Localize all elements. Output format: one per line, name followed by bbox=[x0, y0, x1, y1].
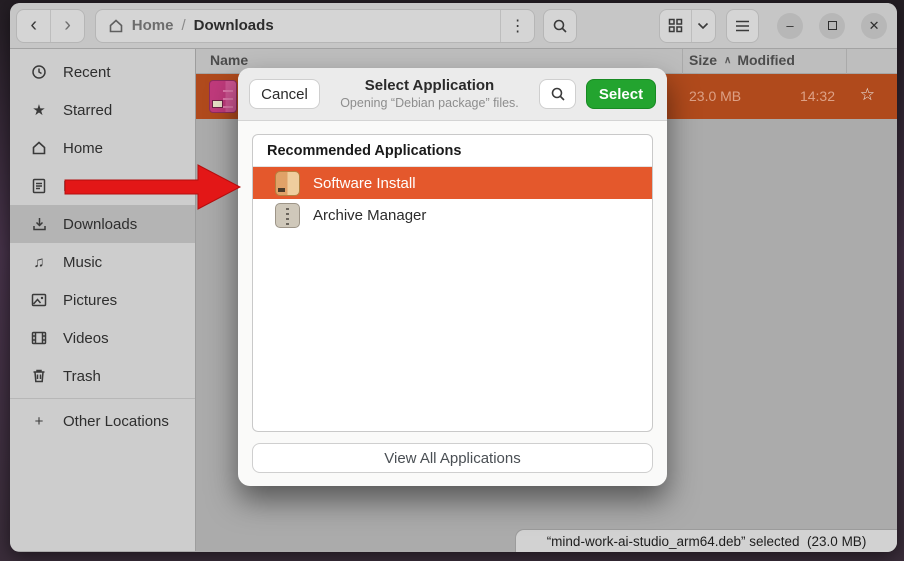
select-button[interactable]: Select bbox=[586, 79, 656, 109]
breadcrumb-separator: / bbox=[181, 17, 185, 34]
sidebar-item-starred[interactable]: ★ Starred bbox=[10, 91, 195, 129]
app-row-software-install[interactable]: Software Install bbox=[253, 167, 652, 199]
sidebar-item-label: Home bbox=[63, 140, 103, 157]
annotation-arrow bbox=[60, 158, 245, 216]
sidebar-item-other-locations[interactable]: + Other Locations bbox=[10, 402, 195, 440]
app-name: Archive Manager bbox=[313, 207, 426, 224]
column-header-modified-label: Modified bbox=[737, 52, 795, 68]
sidebar-item-music[interactable]: ♫ Music bbox=[10, 243, 195, 281]
minimize-button[interactable]: – bbox=[777, 13, 803, 39]
grid-icon bbox=[668, 18, 683, 33]
search-button[interactable] bbox=[543, 9, 576, 43]
grid-view-button[interactable] bbox=[660, 10, 692, 42]
breadcrumb-current[interactable]: Downloads bbox=[194, 17, 274, 34]
history-nav: ‹ › bbox=[16, 9, 85, 43]
window-controls: – ✕ bbox=[777, 13, 897, 39]
path-menu-button[interactable]: ⋮ bbox=[500, 10, 534, 42]
application-list: Recommended Applications Software Instal… bbox=[252, 134, 653, 432]
back-button[interactable]: ‹ bbox=[17, 10, 50, 42]
download-icon bbox=[30, 216, 48, 232]
home-icon bbox=[108, 18, 124, 34]
sidebar-item-trash[interactable]: Trash bbox=[10, 357, 195, 395]
home-icon bbox=[30, 140, 48, 156]
breadcrumb[interactable]: Home / Downloads ⋮ bbox=[95, 9, 535, 43]
file-modified-time: 14:32 bbox=[800, 88, 835, 104]
sidebar-separator bbox=[10, 398, 195, 399]
view-all-applications-button[interactable]: View All Applications bbox=[252, 443, 653, 473]
file-size: 23.0 MB bbox=[689, 88, 741, 104]
sort-ascending-icon: ∧ bbox=[724, 55, 731, 66]
status-bar: “mind-work-ai-studio_arm64.deb” selected… bbox=[515, 529, 897, 552]
chevron-down-icon bbox=[697, 22, 709, 30]
sidebar-item-label: Videos bbox=[63, 330, 109, 347]
sidebar-item-label: Trash bbox=[63, 368, 101, 385]
dialog-header: Cancel Select Application Opening “Debia… bbox=[238, 68, 667, 121]
document-icon bbox=[30, 178, 48, 194]
column-header-modified[interactable]: ∧ Modified bbox=[724, 52, 795, 68]
main-menu-button[interactable] bbox=[726, 9, 759, 43]
sidebar: Recent ★ Starred Home Docume bbox=[10, 49, 196, 551]
video-icon bbox=[30, 331, 48, 345]
app-row-archive-manager[interactable]: Archive Manager bbox=[253, 199, 652, 231]
sidebar-item-label: Downloads bbox=[63, 216, 137, 233]
maximize-icon bbox=[828, 21, 837, 30]
star-outline-icon[interactable]: ☆ bbox=[860, 85, 875, 105]
dialog-search-button[interactable] bbox=[539, 79, 576, 109]
dialog-title: Select Application bbox=[320, 77, 539, 96]
select-application-dialog: Cancel Select Application Opening “Debia… bbox=[238, 68, 667, 486]
sidebar-item-pictures[interactable]: Pictures bbox=[10, 281, 195, 319]
sidebar-item-label: Pictures bbox=[63, 292, 117, 309]
maximize-button[interactable] bbox=[819, 13, 845, 39]
dialog-subtitle: Opening “Debian package” files. bbox=[320, 96, 539, 112]
sidebar-item-label: Other Locations bbox=[63, 413, 169, 430]
view-switcher bbox=[659, 9, 716, 43]
sidebar-item-recent[interactable]: Recent bbox=[10, 53, 195, 91]
forward-button[interactable]: › bbox=[50, 10, 83, 42]
dialog-title-block: Select Application Opening “Debian packa… bbox=[320, 77, 539, 111]
status-text: “mind-work-ai-studio_arm64.deb” selected… bbox=[547, 534, 867, 549]
close-button[interactable]: ✕ bbox=[861, 13, 887, 39]
picture-icon bbox=[30, 293, 48, 307]
section-header: Recommended Applications bbox=[253, 135, 652, 167]
archive-manager-icon bbox=[275, 203, 300, 228]
column-divider[interactable] bbox=[846, 49, 847, 74]
search-icon bbox=[552, 18, 568, 34]
search-icon bbox=[550, 86, 566, 102]
column-header-size[interactable]: Size bbox=[689, 52, 717, 68]
trash-icon bbox=[30, 368, 48, 384]
plus-icon: + bbox=[30, 413, 48, 430]
star-icon: ★ bbox=[30, 101, 48, 119]
music-note-icon: ♫ bbox=[30, 254, 48, 271]
software-install-icon bbox=[275, 171, 300, 196]
deb-package-icon bbox=[209, 80, 237, 113]
column-divider[interactable] bbox=[682, 49, 683, 74]
clock-icon bbox=[30, 64, 48, 80]
app-name: Software Install bbox=[313, 175, 416, 192]
sidebar-item-label: Starred bbox=[63, 102, 112, 119]
column-header-name[interactable]: Name bbox=[210, 52, 248, 68]
sidebar-item-label: Music bbox=[63, 254, 102, 271]
cancel-button[interactable]: Cancel bbox=[249, 79, 320, 109]
desktop: ‹ › Home / Downloads ⋮ bbox=[0, 0, 904, 561]
sidebar-item-videos[interactable]: Videos bbox=[10, 319, 195, 357]
sidebar-item-label: Recent bbox=[63, 64, 111, 81]
breadcrumb-home[interactable]: Home bbox=[132, 17, 174, 34]
view-options-button[interactable] bbox=[691, 10, 714, 42]
hamburger-icon bbox=[735, 20, 750, 32]
header-bar: ‹ › Home / Downloads ⋮ bbox=[10, 3, 897, 49]
